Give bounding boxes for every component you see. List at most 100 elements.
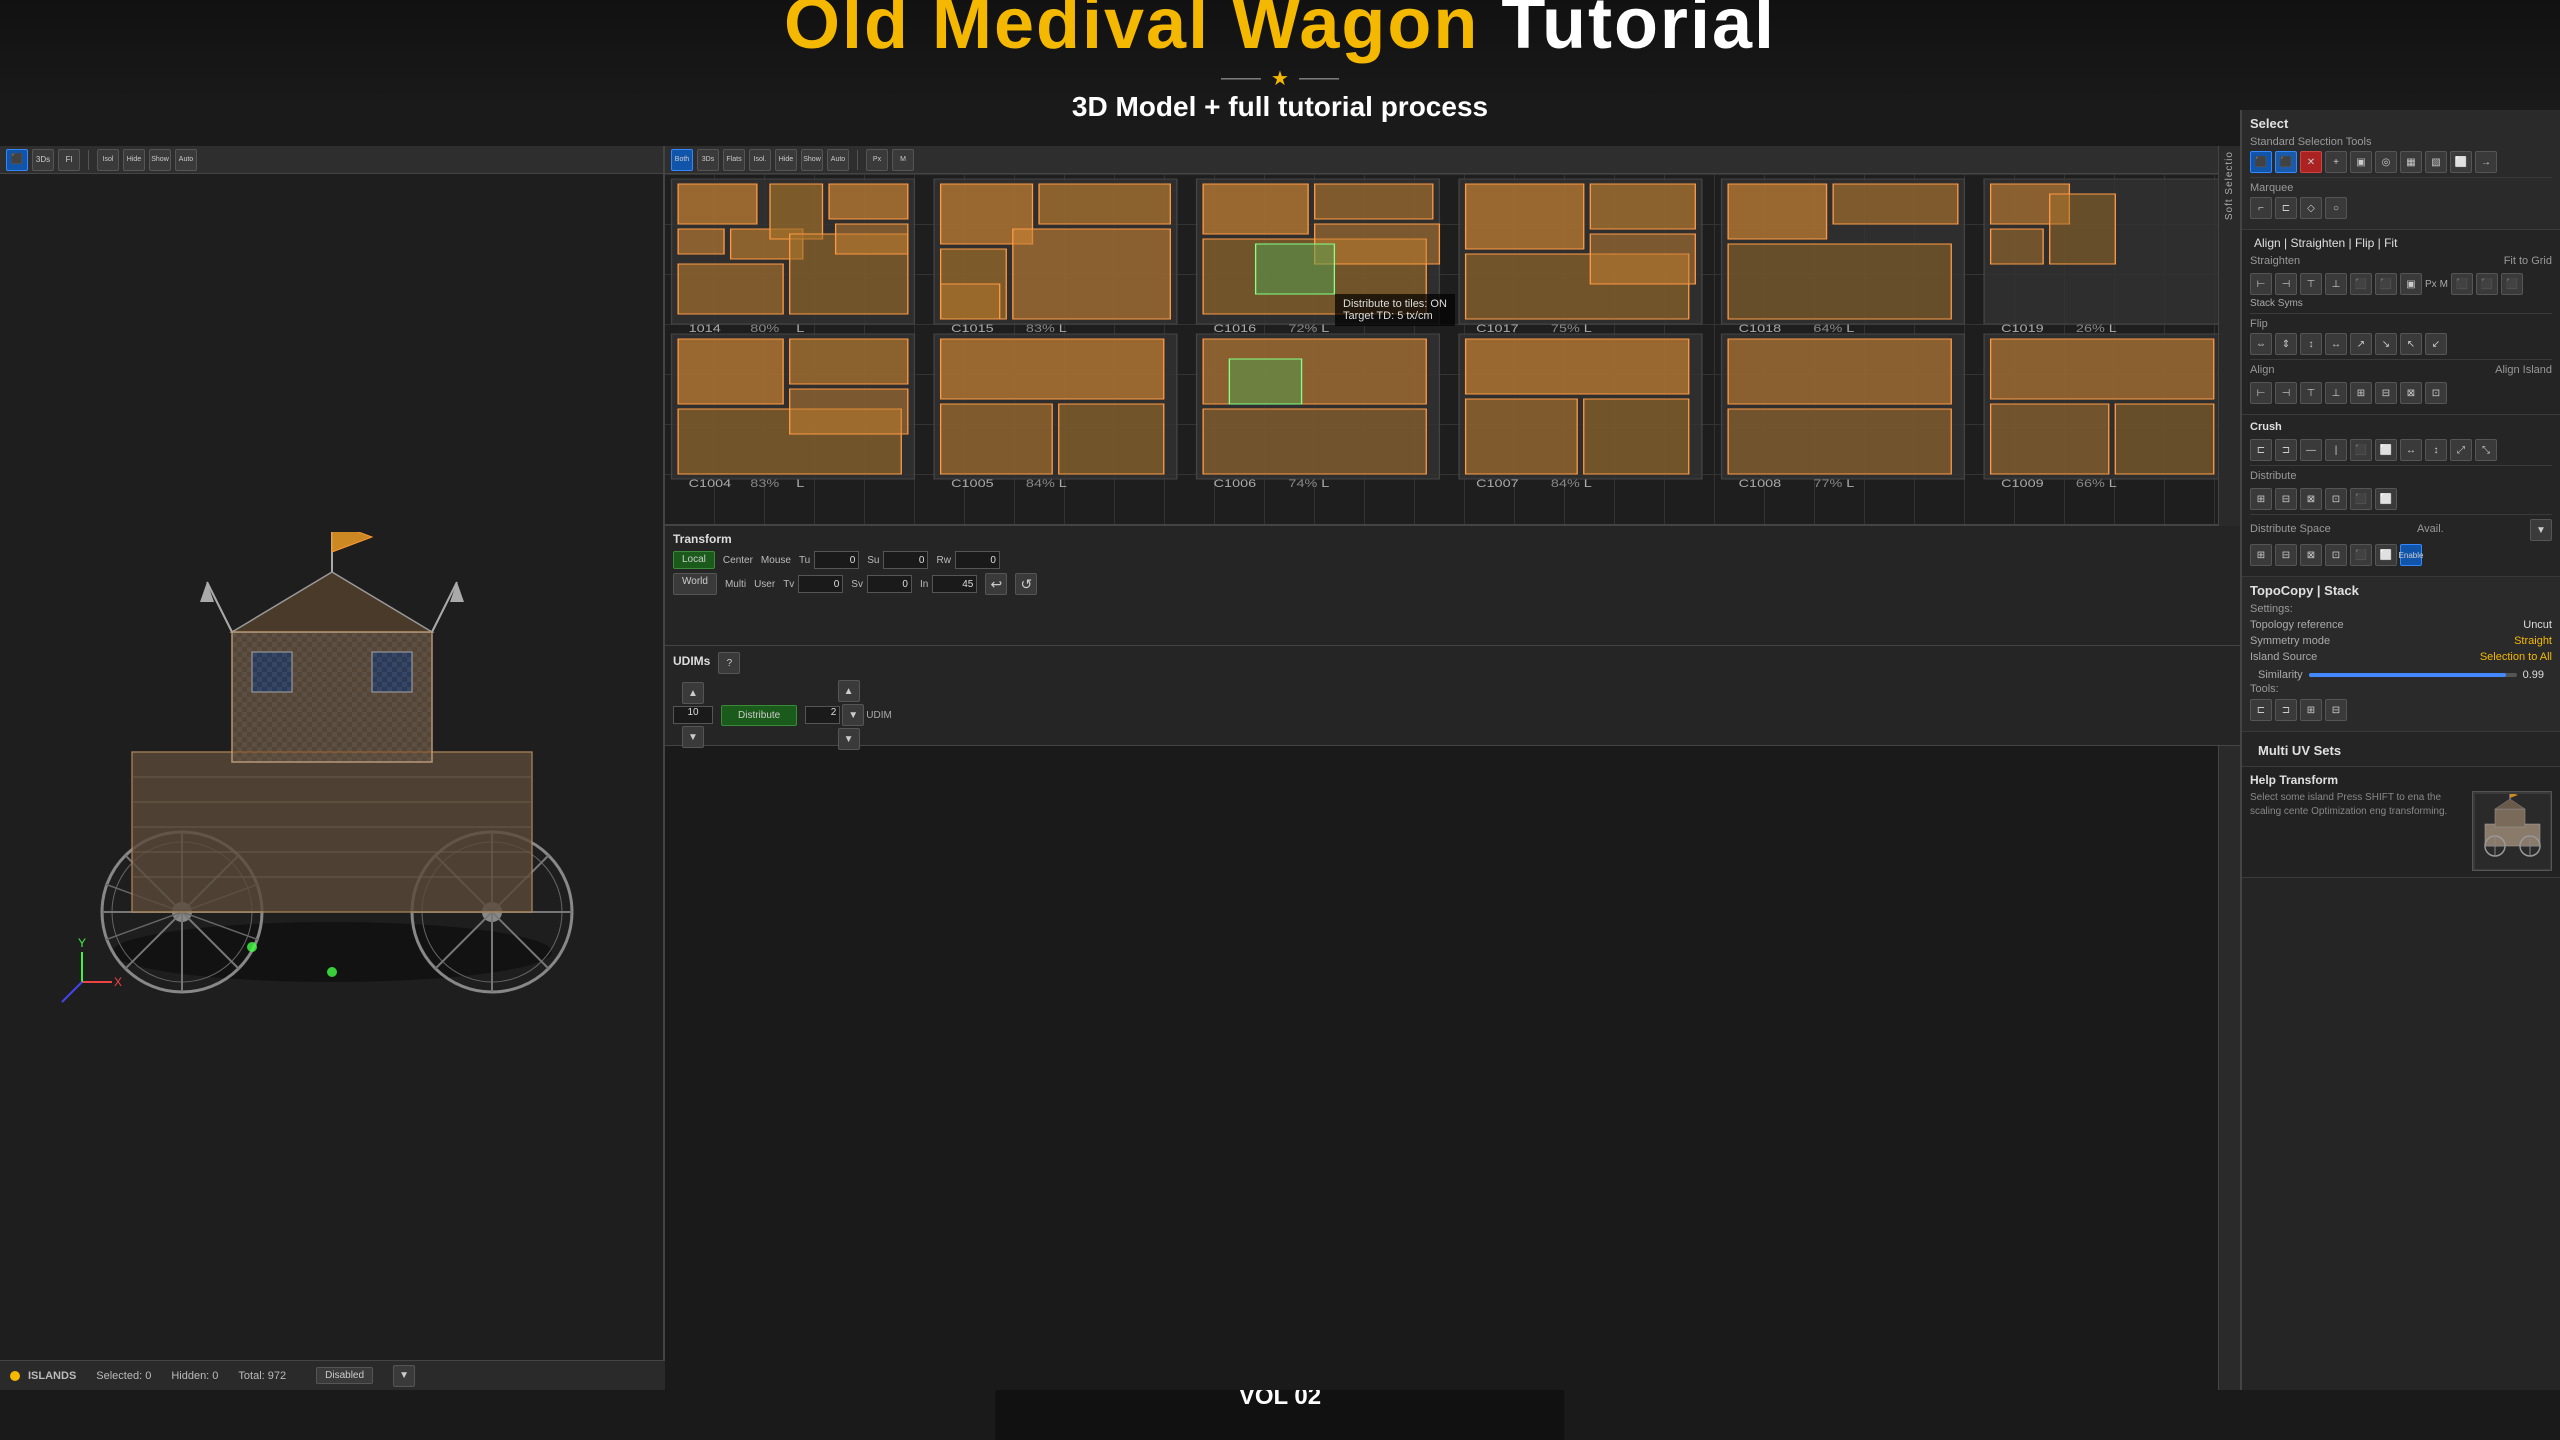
viewport-mode-3ds[interactable]: 3Ds [32, 149, 54, 171]
crush-6[interactable]: ⬜ [2375, 439, 2397, 461]
flip-3[interactable]: ↕ [2300, 333, 2322, 355]
transform-sv-input[interactable] [867, 575, 912, 593]
crush-10[interactable]: ⤡ [2475, 439, 2497, 461]
str-9[interactable]: ⬛ [2476, 273, 2498, 295]
dist-6[interactable]: ⬜ [2375, 488, 2397, 510]
align-6[interactable]: ⊟ [2375, 382, 2397, 404]
transform-su-input[interactable] [883, 551, 928, 569]
transform-in-input[interactable] [932, 575, 977, 593]
str-2[interactable]: ⊣ [2275, 273, 2297, 295]
str-10[interactable]: ⬛ [2501, 273, 2523, 295]
uv-mode-hide[interactable]: Hide [775, 149, 797, 171]
align-7[interactable]: ⊠ [2400, 382, 2422, 404]
align-3[interactable]: ⊤ [2300, 382, 2322, 404]
uv-mode-auto[interactable]: Auto [827, 149, 849, 171]
flip-8[interactable]: ↙ [2425, 333, 2447, 355]
viewport-mode-both[interactable]: ⬛ [6, 149, 28, 171]
crush-4[interactable]: | [2325, 439, 2347, 461]
align-8[interactable]: ⊡ [2425, 382, 2447, 404]
uv-mode-3ds[interactable]: 3Ds [697, 149, 719, 171]
sel-tool-x[interactable]: ✕ [2300, 151, 2322, 173]
flip-4[interactable]: ↔ [2325, 333, 2347, 355]
flip-2[interactable]: ⇕ [2275, 333, 2297, 355]
viewport-btn-auto[interactable]: Auto [175, 149, 197, 171]
sel-tool-sq4[interactable]: ⬜ [2450, 151, 2472, 173]
ds-5[interactable]: ⬛ [2350, 544, 2372, 566]
marquee-4[interactable]: ○ [2325, 197, 2347, 219]
str-3[interactable]: ⊤ [2300, 273, 2322, 295]
udims-down-btn[interactable]: ▼ [682, 726, 704, 748]
crush-8[interactable]: ↕ [2425, 439, 2447, 461]
udims-help-btn[interactable]: ? [718, 652, 740, 674]
sel-tool-circle[interactable]: ◎ [2375, 151, 2397, 173]
topo-2[interactable]: ⊐ [2275, 699, 2297, 721]
marquee-3[interactable]: ◇ [2300, 197, 2322, 219]
transform-local-btn[interactable]: Local [673, 551, 715, 569]
viewport-btn-hide[interactable]: Hide [123, 149, 145, 171]
uv-mode-isol[interactable]: Isol. [749, 149, 771, 171]
dist-4[interactable]: ⊡ [2325, 488, 2347, 510]
crush-7[interactable]: ↔ [2400, 439, 2422, 461]
align-5[interactable]: ⊞ [2350, 382, 2372, 404]
str-5[interactable]: ⬛ [2350, 273, 2372, 295]
str-7[interactable]: ▣ [2400, 273, 2422, 295]
sel-tool-plus[interactable]: + [2325, 151, 2347, 173]
transform-tu-input[interactable] [814, 551, 859, 569]
crush-9[interactable]: ⤢ [2450, 439, 2472, 461]
str-1[interactable]: ⊢ [2250, 273, 2272, 295]
udims-up-btn[interactable]: ▲ [682, 682, 704, 704]
flip-5[interactable]: ↗ [2350, 333, 2372, 355]
ds-6[interactable]: ⬜ [2375, 544, 2397, 566]
sel-tool-sq3[interactable]: ▧ [2425, 151, 2447, 173]
disabled-btn[interactable]: Disabled [316, 1367, 373, 1384]
transform-tv-input[interactable] [798, 575, 843, 593]
topo-4[interactable]: ⊟ [2325, 699, 2347, 721]
udims-distribute-btn[interactable]: Distribute [721, 705, 797, 726]
sel-tool-2[interactable]: ⬛ [2275, 151, 2297, 173]
uv-mode-px[interactable]: Px [866, 149, 888, 171]
str-6[interactable]: ⬛ [2375, 273, 2397, 295]
dist-5[interactable]: ⬛ [2350, 488, 2372, 510]
transform-rw-input[interactable] [955, 551, 1000, 569]
sel-tool-sq1[interactable]: ▣ [2350, 151, 2372, 173]
viewport-mode-flats[interactable]: Fl [58, 149, 80, 171]
crush-3[interactable]: — [2300, 439, 2322, 461]
align-4[interactable]: ⊥ [2325, 382, 2347, 404]
topo-1[interactable]: ⊏ [2250, 699, 2272, 721]
ds-1[interactable]: ⊞ [2250, 544, 2272, 566]
sel-tool-arrow[interactable]: → [2475, 151, 2497, 173]
ds-2[interactable]: ⊟ [2275, 544, 2297, 566]
ds-4[interactable]: ⊡ [2325, 544, 2347, 566]
ds-enable[interactable]: Enable [2400, 544, 2422, 566]
udims-count[interactable]: 10 [673, 706, 713, 724]
crush-2[interactable]: ⊐ [2275, 439, 2297, 461]
uv-mode-flats[interactable]: Flats [723, 149, 745, 171]
marquee-1[interactable]: ⌐ [2250, 197, 2272, 219]
uv-mode-both[interactable]: Both [671, 149, 693, 171]
dist-1[interactable]: ⊞ [2250, 488, 2272, 510]
ds-3[interactable]: ⊠ [2300, 544, 2322, 566]
dist-3[interactable]: ⊠ [2300, 488, 2322, 510]
transform-reset-btn[interactable]: ↺ [1015, 573, 1037, 595]
sel-tool-sq2[interactable]: ▦ [2400, 151, 2422, 173]
str-4[interactable]: ⊥ [2325, 273, 2347, 295]
disabled-dropdown[interactable]: ▼ [393, 1365, 415, 1387]
udim-down-btn[interactable]: ▼ [838, 728, 860, 750]
align-1[interactable]: ⊢ [2250, 382, 2272, 404]
flip-7[interactable]: ↖ [2400, 333, 2422, 355]
udim-up-btn[interactable]: ▲ [838, 680, 860, 702]
dist-dropdown[interactable]: ▼ [2530, 519, 2552, 541]
transform-world-btn[interactable]: World [673, 573, 717, 595]
udim-dropdown[interactable]: ▼ [842, 704, 864, 726]
topo-3[interactable]: ⊞ [2300, 699, 2322, 721]
udim-val[interactable]: 2 [805, 706, 840, 724]
align-2[interactable]: ⊣ [2275, 382, 2297, 404]
uv-mode-m[interactable]: M [892, 149, 914, 171]
crush-1[interactable]: ⊏ [2250, 439, 2272, 461]
marquee-2[interactable]: ⊏ [2275, 197, 2297, 219]
viewport-btn-show[interactable]: Show [149, 149, 171, 171]
str-8[interactable]: ⬛ [2451, 273, 2473, 295]
flip-6[interactable]: ↘ [2375, 333, 2397, 355]
viewport-btn-isol[interactable]: Isol [97, 149, 119, 171]
flip-1[interactable]: ⇔ [2250, 333, 2272, 355]
